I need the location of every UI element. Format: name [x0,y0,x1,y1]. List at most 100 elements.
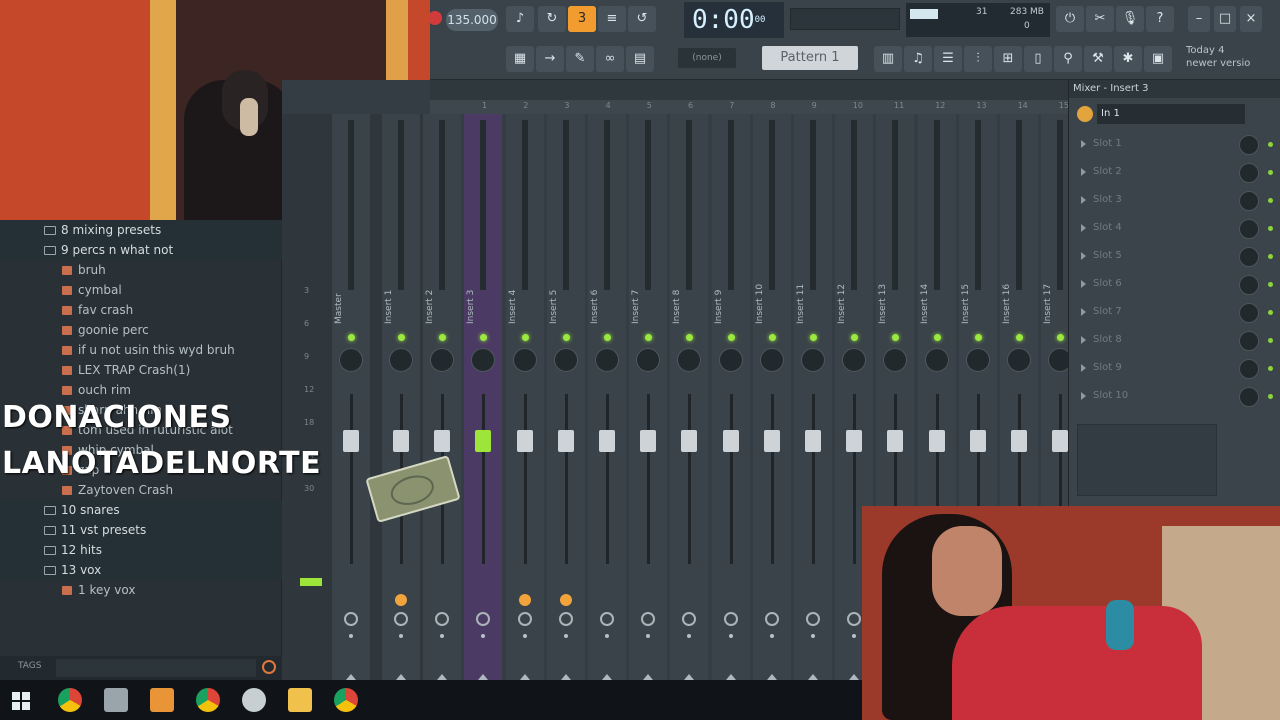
slot-enabled-led[interactable] [1268,170,1273,175]
browser-folder[interactable]: 10 snares [0,500,282,520]
mixer-strip[interactable]: Insert 9 [711,114,750,680]
piano-roll-icon[interactable]: ♫ [904,46,932,72]
chrome-icon[interactable] [196,688,220,712]
browser-folder[interactable]: 12 hits [0,540,282,560]
strip-knob[interactable] [636,348,661,372]
obs-icon[interactable] [242,688,266,712]
strip-fader[interactable] [516,430,533,452]
snap-dropdown[interactable]: (none) [678,48,736,68]
mixer-strip[interactable]: Insert 4 [505,114,544,680]
mixer-strip[interactable]: Insert 1 [382,114,420,680]
master-volume-slider[interactable] [790,8,900,30]
pencil-icon[interactable]: ✎ [566,46,594,72]
slot-mix-knob[interactable] [1239,387,1259,407]
mixer-strip[interactable]: Insert 11 [794,114,832,680]
browser-folder[interactable]: 11 vst presets [0,520,282,540]
browser-file[interactable]: LEX TRAP Crash(1) [0,360,282,380]
mixer-strip[interactable]: Insert 3 [464,114,503,680]
strip-fader[interactable] [1052,430,1069,452]
strip-fader[interactable] [681,430,698,452]
expand-arrow-icon[interactable] [1081,140,1086,148]
step-edit-icon[interactable]: 3 [568,6,596,32]
strip-knob[interactable] [801,348,825,372]
strip-knob[interactable] [339,348,363,372]
tags-input[interactable] [56,659,256,677]
strip-fader[interactable] [887,430,904,452]
blend-notes-icon[interactable]: ≡ [598,6,626,32]
effect-slot[interactable]: Slot 7 [1075,300,1275,326]
mixer-icon[interactable]: ⫶ [964,46,992,72]
maximize-icon[interactable]: □ [1214,6,1236,32]
strip-fader[interactable] [343,430,359,452]
effect-slot[interactable]: Slot 6 [1075,272,1275,298]
mixer-strip[interactable]: Insert 7 [629,114,668,680]
expand-arrow-icon[interactable] [1081,196,1086,204]
slot-mix-knob[interactable] [1239,191,1259,211]
effect-slot[interactable]: Slot 1 [1075,132,1275,158]
strip-knob[interactable] [1007,348,1031,372]
strip-fader[interactable] [434,430,451,452]
mixer-strip[interactable]: Insert 6 [588,114,626,680]
plugin-icon[interactable]: ⚲ [1054,46,1082,72]
mixer-strip[interactable]: Insert 10 [752,114,791,680]
expand-arrow-icon[interactable] [1081,308,1086,316]
project-icon[interactable]: ▯ [1024,46,1052,72]
effect-slot[interactable]: Slot 9 [1075,356,1275,382]
strip-knob[interactable] [553,348,578,372]
strip-fader[interactable] [1011,430,1027,452]
effect-slot[interactable]: Slot 3 [1075,188,1275,214]
input-icon[interactable] [1077,106,1093,122]
slot-mix-knob[interactable] [1239,359,1259,379]
loop-record-icon[interactable]: ↻ [538,6,566,32]
windows-start-icon[interactable] [12,692,30,710]
browser-file[interactable]: Zaytoven Crash [0,480,282,500]
slot-mix-knob[interactable] [1239,163,1259,183]
mixer-strip[interactable]: Insert 5 [546,114,585,680]
input-select[interactable]: In 1 [1097,104,1245,124]
shop-icon[interactable]: ▣ [1144,46,1172,72]
strip-fader[interactable] [557,430,574,452]
expand-arrow-icon[interactable] [1081,168,1086,176]
slot-enabled-led[interactable] [1268,282,1273,287]
browser-icon[interactable]: ⊞ [994,46,1022,72]
browser-file[interactable]: goonie perc [0,320,282,340]
help-icon[interactable]: ? [1146,6,1174,32]
folder-icon[interactable] [288,688,312,712]
strip-fader[interactable] [722,430,739,452]
slot-mix-knob[interactable] [1239,331,1259,351]
expand-arrow-icon[interactable] [1081,336,1086,344]
slot-enabled-led[interactable] [1268,366,1273,371]
browser-folder[interactable]: 9 percs n what not [0,240,282,260]
slot-mix-knob[interactable] [1239,303,1259,323]
metronome-icon[interactable]: ♪ [506,6,534,32]
power-icon[interactable]: ⏻ [1056,6,1084,32]
playlist-icon[interactable]: ▥ [874,46,902,72]
channel-rack-icon[interactable]: ☰ [934,46,962,72]
strip-fader[interactable] [763,430,780,452]
slot-enabled-led[interactable] [1268,310,1273,315]
strip-knob[interactable] [759,348,784,372]
pattern-selector[interactable]: Pattern 1 [762,46,858,70]
countdown-icon[interactable]: ↺ [628,6,656,32]
link-icon[interactable]: ∞ [596,46,624,72]
browser-folder[interactable]: 13 vox [0,560,282,580]
close-icon[interactable]: × [1240,6,1262,32]
record-button[interactable] [428,11,442,25]
strip-knob[interactable] [430,348,455,372]
slot-mix-knob[interactable] [1239,219,1259,239]
microphone-icon[interactable]: 🎙 [1116,6,1144,32]
strip-fader[interactable] [640,430,657,452]
strip-knob[interactable] [718,348,743,372]
strip-knob[interactable] [677,348,702,372]
snap-icon[interactable]: → [536,46,564,72]
strip-knob[interactable] [389,348,413,372]
search-icon[interactable] [262,660,276,674]
slot-enabled-led[interactable] [1268,226,1273,231]
slot-enabled-led[interactable] [1268,394,1273,399]
tempo-display[interactable]: 135.000 [446,9,498,31]
chrome-icon[interactable] [58,688,82,712]
expand-arrow-icon[interactable] [1081,224,1086,232]
chrome-icon[interactable] [334,688,358,712]
slot-mix-knob[interactable] [1239,135,1259,155]
bug-icon[interactable]: ✱ [1114,46,1142,72]
